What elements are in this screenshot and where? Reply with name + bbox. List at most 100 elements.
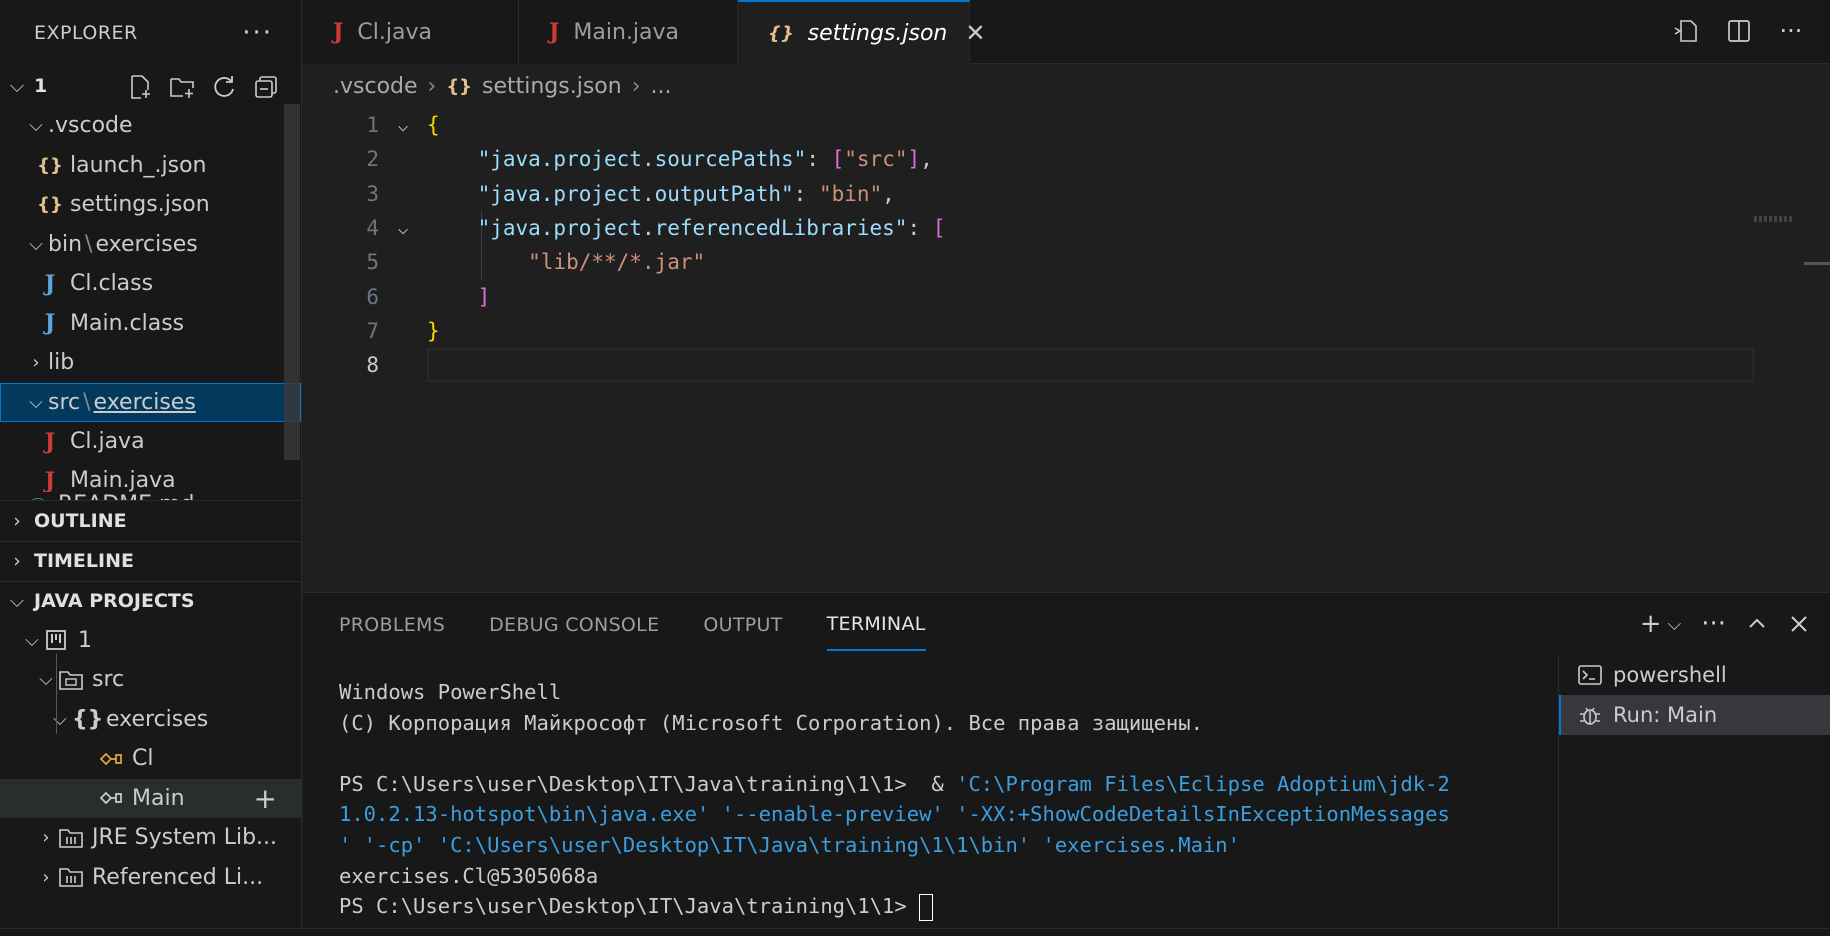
fold-chevron-icon[interactable]: ⌵ — [379, 218, 427, 239]
maximize-panel-icon[interactable] — [1746, 609, 1768, 639]
line-number: 7 — [366, 318, 379, 343]
terminal-output[interactable]: Windows PowerShell (C) Корпорация Майкрос… — [339, 677, 1519, 922]
tree-item-launch-json[interactable]: {} launch_.json — [0, 146, 301, 186]
line-number: 8 — [366, 353, 379, 378]
tab-problems[interactable]: PROBLEMS — [339, 593, 445, 657]
fold-chevron-icon[interactable]: ⌵ — [379, 115, 427, 136]
tab-cl-java[interactable]: J Cl.java — [303, 0, 519, 64]
tree-item-label: src — [48, 389, 81, 415]
info-icon: ⓘ — [24, 492, 52, 500]
java-package-item[interactable]: ⌵ {} exercises — [0, 700, 301, 740]
tree-item-src-folder[interactable]: ⌵ src \ exercises — [0, 382, 301, 422]
json-file-icon: {} — [37, 154, 63, 176]
java-project-item[interactable]: ⌵ 1 — [0, 621, 301, 661]
tree-item-settings-json[interactable]: {} settings.json — [0, 185, 301, 225]
terminal-line: PS C:\Users\user\Desktop\IT\Java\trainin… — [339, 769, 1519, 800]
explorer-actions — [125, 72, 281, 102]
tree-item-readme[interactable]: ⓘ README.md — [0, 492, 301, 501]
tab-label: Cl.java — [357, 19, 432, 45]
terminal-list: powershell Run: Main — [1558, 655, 1830, 929]
new-terminal-icon[interactable]: + — [1640, 609, 1662, 639]
collapse-all-icon[interactable] — [251, 72, 281, 102]
tab-settings-json[interactable]: {} settings.json ✕ — [738, 0, 985, 64]
line-number: 2 — [366, 147, 379, 172]
tab-output[interactable]: OUTPUT — [703, 593, 782, 657]
chevron-right-icon: › — [427, 73, 437, 99]
tree-item-main-class[interactable]: J Main.class — [0, 304, 301, 344]
chevron-down-icon: ⌵ — [9, 590, 25, 612]
java-file-icon: J — [333, 19, 344, 45]
terminal-command: 1.0.2.13-hotspot\bin\java.exe' '--enable… — [339, 802, 1450, 827]
timeline-section-header[interactable]: › TIMELINE — [0, 540, 301, 581]
tree-indent-guide — [56, 654, 57, 734]
code-line-1: 1 ⌵ { — [303, 108, 1830, 142]
new-file-icon[interactable] — [125, 72, 155, 102]
java-src-item[interactable]: ⌵ src — [0, 660, 301, 700]
library-icon — [58, 826, 86, 850]
chevron-down-icon[interactable]: ⌵ — [1668, 609, 1682, 639]
tab-debug-console[interactable]: DEBUG CONSOLE — [489, 593, 659, 657]
referenced-libraries-item[interactable]: › Referenced Li... — [0, 858, 301, 898]
breadcrumb-more[interactable]: ... — [651, 74, 672, 99]
tree-item-main-java[interactable]: J Main.java — [0, 462, 301, 492]
java-file-icon: J — [44, 428, 56, 455]
project-icon — [44, 628, 72, 652]
json-key: "java.project.outputPath" — [477, 181, 794, 206]
code-line-7: 7 } — [303, 314, 1830, 348]
workspace-root-header[interactable]: ⌵ 1 — [0, 66, 301, 106]
json-string: "src" — [844, 147, 908, 172]
status-bar — [0, 928, 1830, 936]
split-editor-icon[interactable] — [1724, 16, 1754, 46]
outline-label: OUTLINE — [34, 509, 127, 532]
terminal-item-run-main[interactable]: Run: Main — [1559, 695, 1830, 735]
chevron-right-icon: › — [42, 827, 50, 849]
source-folder-icon — [58, 668, 86, 692]
code-token: ] — [477, 284, 491, 309]
tab-terminal[interactable]: TERMINAL — [826, 599, 926, 651]
code-token: : — [907, 216, 933, 241]
line-number: 1 — [366, 113, 379, 138]
tree-item-lib-folder[interactable]: › lib — [0, 343, 301, 383]
outline-section-header[interactable]: › OUTLINE — [0, 501, 301, 541]
breadcrumb-file[interactable]: settings.json — [482, 74, 622, 99]
tab-label: Main.java — [573, 19, 680, 45]
refresh-icon[interactable] — [209, 72, 239, 102]
terminal-line: exercises.Cl@5305068a — [339, 863, 599, 888]
tree-item-label: .vscode — [48, 113, 133, 139]
code-editor[interactable]: 1 ⌵ { 2 "java.project.sourcePaths": ["sr… — [303, 108, 1830, 383]
scrollbar-indicator[interactable] — [1804, 262, 1830, 265]
tree-item-cl-java[interactable]: J Cl.java — [0, 422, 301, 462]
more-actions-icon[interactable]: ··· — [1701, 609, 1726, 639]
chevron-down-icon: ⌵ — [29, 115, 43, 137]
code-token: , — [882, 181, 895, 206]
code-token: [ — [932, 216, 946, 241]
tree-item-label: README.md — [58, 492, 194, 500]
explorer-sidebar: EXPLORER ··· ⌵ 1 ⌵ .vscode {} launch_.js… — [0, 0, 302, 936]
tree-item-cl-class[interactable]: J Cl.class — [0, 264, 301, 304]
jre-library-item[interactable]: › JRE System Lib... — [0, 818, 301, 858]
more-actions-icon[interactable]: ··· — [242, 18, 273, 48]
close-panel-icon[interactable] — [1788, 609, 1810, 639]
breadcrumb-folder[interactable]: .vscode — [333, 74, 418, 99]
java-class-cl-item[interactable]: Cl — [0, 739, 301, 779]
tree-item-bin-folder[interactable]: ⌵ bin \ exercises — [0, 225, 301, 265]
explorer-scrollbar[interactable] — [284, 104, 300, 460]
terminal-item-powershell[interactable]: powershell — [1559, 655, 1830, 695]
java-class-main-item[interactable]: Main + — [0, 778, 301, 818]
code-token: ] — [907, 147, 921, 172]
code-line-4: 4 ⌵ "java.project.referencedLibraries": … — [303, 211, 1830, 245]
open-preview-icon[interactable] — [1672, 16, 1702, 46]
chevron-down-icon: ⌵ — [29, 233, 43, 255]
tab-main-java[interactable]: J Main.java — [519, 0, 738, 64]
java-projects-section-header[interactable]: ⌵ JAVA PROJECTS — [0, 580, 301, 621]
add-icon[interactable]: + — [254, 782, 277, 815]
terminal-cursor — [919, 893, 934, 921]
tree-item-label: exercises — [95, 231, 198, 257]
class-file-icon: J — [44, 270, 56, 297]
more-actions-icon[interactable]: ··· — [1776, 16, 1806, 46]
new-folder-icon[interactable] — [167, 72, 197, 102]
tree-item-vscode-folder[interactable]: ⌵ .vscode — [0, 106, 301, 146]
path-separator: \ — [85, 231, 93, 257]
java-projects-label: JAVA PROJECTS — [34, 590, 195, 612]
close-icon[interactable]: ✕ — [965, 19, 985, 47]
